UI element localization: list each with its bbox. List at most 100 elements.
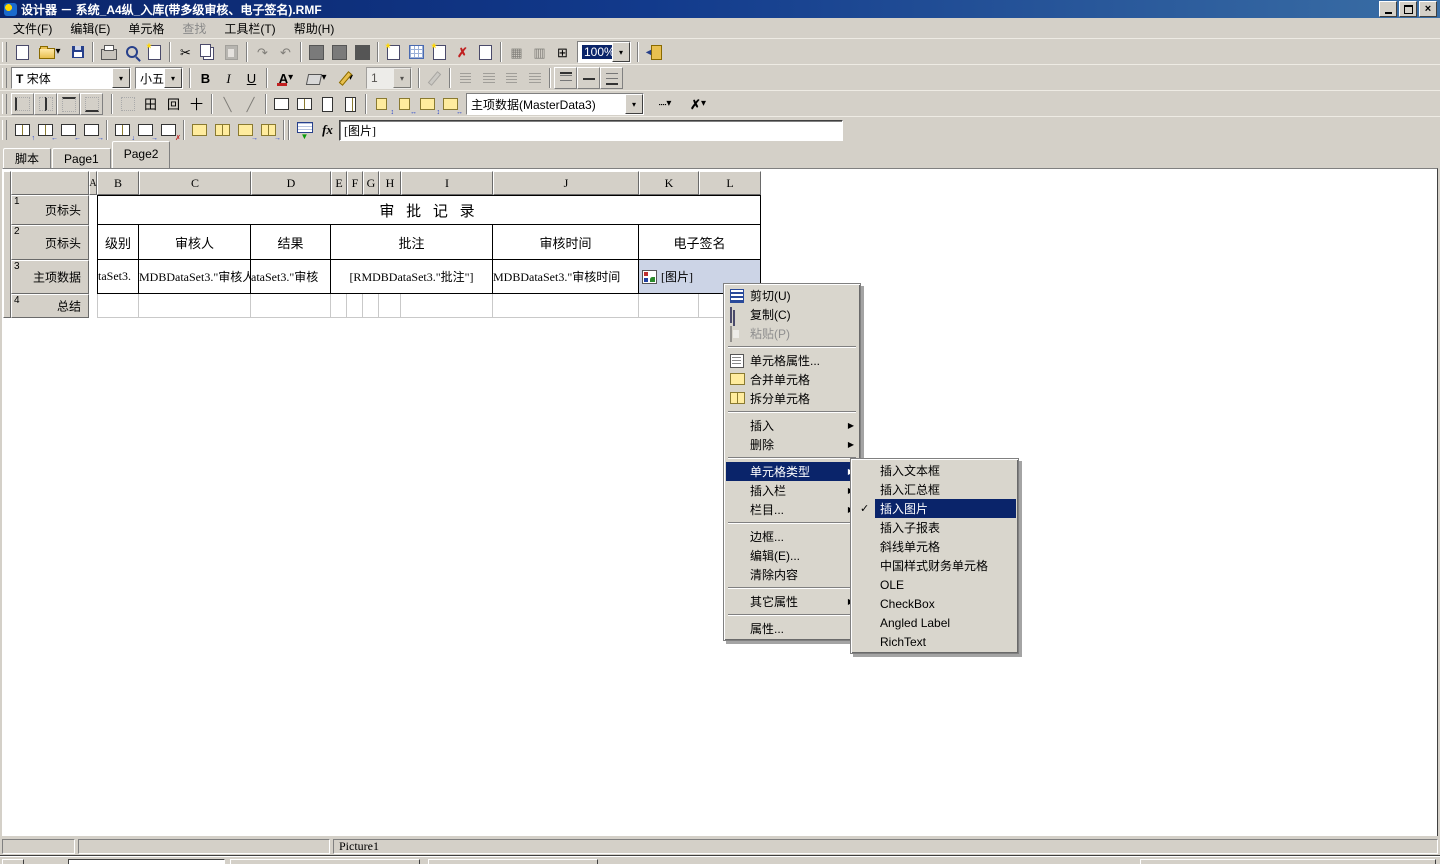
object-button-1[interactable] xyxy=(305,41,328,63)
submenu-item-richtext[interactable]: RichText xyxy=(853,632,1016,651)
valign-middle-button[interactable] xyxy=(577,67,600,89)
header-cell-result[interactable]: 结果 xyxy=(251,225,331,260)
band-button-2[interactable] xyxy=(211,119,234,141)
snap-grid-button[interactable]: ▥ xyxy=(528,41,551,63)
report-title-cell[interactable]: 审 批 记 录 xyxy=(97,195,761,225)
zoom-combo[interactable]: 100% ▾ xyxy=(577,41,631,63)
menu-item-insert[interactable]: 插入▶ xyxy=(726,416,858,435)
insert-row-above-button[interactable]: ↑ xyxy=(11,119,34,141)
underline-button[interactable]: U xyxy=(240,67,263,89)
empty-cell[interactable] xyxy=(347,294,363,318)
menu-item-insert-band[interactable]: 插入栏▶ xyxy=(726,481,858,500)
borders-inner-button[interactable]: 十 xyxy=(185,93,208,115)
close-button[interactable]: × xyxy=(1419,1,1437,17)
empty-cell[interactable] xyxy=(639,294,699,318)
band-button-4[interactable]: → xyxy=(257,119,280,141)
valign-bottom-button[interactable] xyxy=(600,67,623,89)
taskbar-button[interactable] xyxy=(428,859,598,864)
empty-cell[interactable] xyxy=(251,294,331,318)
copy-button[interactable] xyxy=(197,41,220,63)
add-page-button[interactable] xyxy=(428,41,451,63)
taskbar-button[interactable] xyxy=(68,859,225,864)
borders-outer-button[interactable]: 回 xyxy=(162,93,185,115)
open-dropdown-icon[interactable]: ▾ xyxy=(55,47,60,57)
column-header-b[interactable]: B xyxy=(97,171,139,195)
cell-size-button-3[interactable]: ↕ xyxy=(416,93,439,115)
submenu-item-chinese-finance-cell[interactable]: 中国样式财务单元格 xyxy=(853,556,1016,575)
column-header-g[interactable]: G xyxy=(363,171,379,195)
borders-all-button[interactable]: 田 xyxy=(139,93,162,115)
dataset-combo[interactable]: 主项数据(MasterData3) ▾ xyxy=(466,93,644,115)
clear-border-dropdown-icon[interactable]: ▾ xyxy=(701,99,706,109)
insert-col-left-button[interactable]: ← xyxy=(57,119,80,141)
italic-button[interactable]: I xyxy=(217,67,240,89)
band-button-3[interactable]: → xyxy=(234,119,257,141)
submenu-item-insert-picture[interactable]: ✓插入图片 xyxy=(853,499,1016,518)
font-size-combo[interactable]: 小五 ▾ xyxy=(135,67,183,89)
minimize-button[interactable] xyxy=(1379,1,1397,17)
row-header-2[interactable]: 2 页标头 xyxy=(11,225,89,260)
toolbar-grip[interactable] xyxy=(2,68,7,88)
data-cell-comment[interactable]: [RMDBDataSet3."批注"] xyxy=(331,260,493,294)
print-button[interactable] xyxy=(97,41,120,63)
restore-button[interactable] xyxy=(1399,1,1417,17)
grid-corner-header[interactable] xyxy=(11,171,89,195)
data-cell-auditor[interactable]: MDBDataSet3."审核人 xyxy=(139,260,251,294)
line-style-dropdown-icon[interactable]: ▾ xyxy=(666,99,671,109)
merge-horizontal-button[interactable] xyxy=(270,93,293,115)
header-cell-audit-time[interactable]: 审核时间 xyxy=(493,225,639,260)
bold-button[interactable]: B xyxy=(194,67,217,89)
data-grid-button[interactable] xyxy=(405,41,428,63)
split-vertical-button[interactable] xyxy=(339,93,362,115)
tab-script[interactable]: 脚本 xyxy=(3,148,51,168)
line-width-combo[interactable]: 1 ▾ xyxy=(366,67,412,89)
column-header-e[interactable]: E xyxy=(331,171,347,195)
insert-report-button[interactable] xyxy=(382,41,405,63)
border-bottom-button[interactable] xyxy=(80,93,103,115)
show-grid-button[interactable]: ▦ xyxy=(505,41,528,63)
cell-size-button-2[interactable]: ↔ xyxy=(393,93,416,115)
empty-cell[interactable] xyxy=(139,294,251,318)
borders-none-button[interactable] xyxy=(116,93,139,115)
tab-page2[interactable]: Page2 xyxy=(112,141,171,168)
menu-item-edit[interactable]: 编辑(E)... xyxy=(726,546,858,565)
fill-color-button[interactable]: ▾ xyxy=(301,67,333,89)
toolbar-grip[interactable] xyxy=(2,94,7,114)
tab-page1[interactable]: Page1 xyxy=(52,148,111,168)
object-button-2[interactable] xyxy=(328,41,351,63)
diagonal-down-button[interactable]: ╲ xyxy=(216,93,239,115)
diagonal-up-button[interactable]: ╱ xyxy=(239,93,262,115)
new-document-button[interactable] xyxy=(11,41,34,63)
line-color-button[interactable]: ▾ xyxy=(333,67,363,89)
delete-row-col-button[interactable]: ✗ xyxy=(157,119,180,141)
column-header-l[interactable]: L xyxy=(699,171,761,195)
band-button-1[interactable] xyxy=(188,119,211,141)
menu-item-merge-cells[interactable]: 合并单元格 xyxy=(726,370,858,389)
clear-border-button[interactable]: ✗▾ xyxy=(682,93,714,115)
menu-item-delete[interactable]: 删除▶ xyxy=(726,435,858,454)
cell-size-button-4[interactable]: ↔ xyxy=(439,93,462,115)
menu-item-split-cells[interactable]: 拆分单元格 xyxy=(726,389,858,408)
submenu-item-insert-textbox[interactable]: 插入文本框 xyxy=(853,461,1016,480)
header-cell-level[interactable]: 级别 xyxy=(97,225,139,260)
row-header-1[interactable]: 1 页标头 xyxy=(11,195,89,225)
menu-item-other-properties[interactable]: 其它属性▶ xyxy=(726,592,858,611)
toolbar-grip[interactable] xyxy=(2,120,7,140)
border-vertical-button[interactable] xyxy=(34,93,57,115)
formula-input[interactable]: [图片] xyxy=(339,120,843,141)
object-button-3[interactable] xyxy=(351,41,374,63)
data-cell-audit-time[interactable]: MDBDataSet3."审核时间 xyxy=(493,260,639,294)
insert-row-below-button[interactable]: ← xyxy=(34,119,57,141)
menu-cell[interactable]: 单元格 xyxy=(119,18,173,39)
font-name-combo[interactable]: T 宋体 ▾ xyxy=(11,67,131,89)
menu-item-borders[interactable]: 边框... xyxy=(726,527,858,546)
zoom-dropdown-button[interactable]: ▾ xyxy=(612,42,630,62)
empty-cell[interactable] xyxy=(331,294,347,318)
data-cell-level[interactable]: taSet3. xyxy=(97,260,139,294)
header-cell-comment[interactable]: 批注 xyxy=(331,225,493,260)
empty-cell[interactable] xyxy=(363,294,379,318)
font-color-dropdown-icon[interactable]: ▾ xyxy=(288,73,293,83)
save-button[interactable] xyxy=(66,41,89,63)
print-preview-button[interactable] xyxy=(120,41,143,63)
insert-col-right-button[interactable]: → xyxy=(80,119,103,141)
